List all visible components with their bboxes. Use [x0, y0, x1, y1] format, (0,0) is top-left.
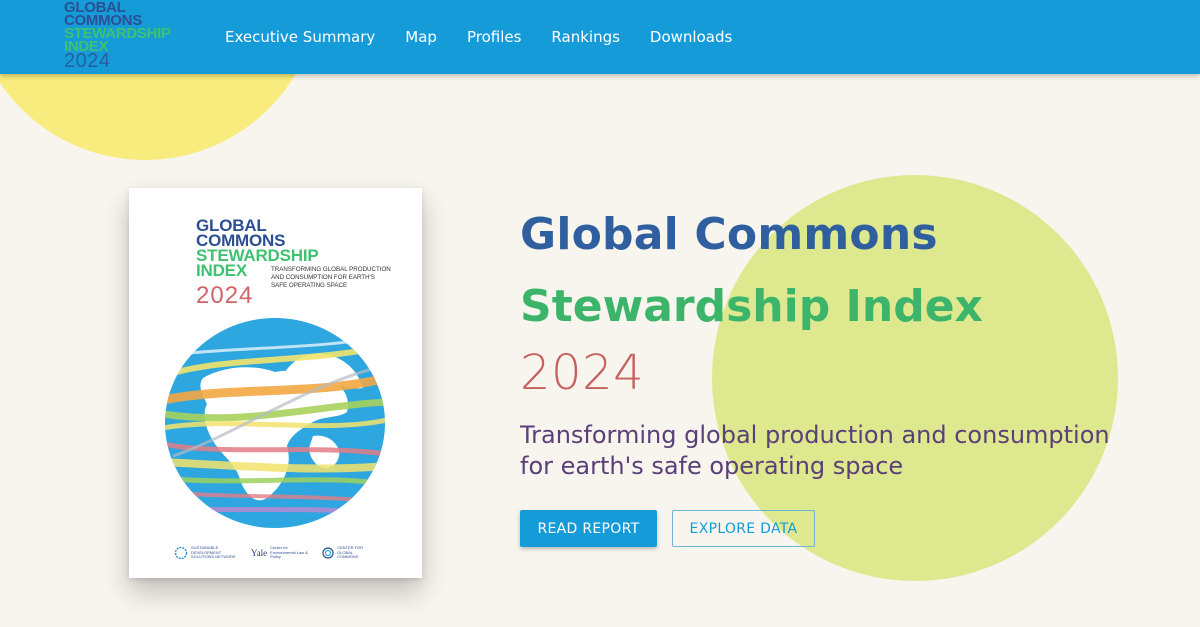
nav-downloads[interactable]: Downloads	[635, 26, 747, 48]
read-report-button[interactable]: READ REPORT	[520, 510, 657, 547]
sdsn-circle-icon	[174, 546, 188, 560]
nav-executive-summary[interactable]: Executive Summary	[210, 26, 390, 48]
page: GLOBAL COMMONS STEWARDSHIP INDEX 2024 Ex…	[0, 0, 1200, 627]
hero-subtitle: Transforming global production and consu…	[520, 421, 1110, 480]
yale-logo: Yale Center for Environmental Law & Poli…	[251, 546, 310, 560]
sdsn-logo-text: SUSTAINABLE DEVELOPMENT SOLUTIONS NETWOR…	[191, 545, 236, 560]
explore-data-button[interactable]: EXPLORE DATA	[672, 510, 815, 547]
hero-title-year: 2024	[520, 345, 645, 401]
yale-logo-word: Yale	[251, 548, 268, 558]
site-logo[interactable]: GLOBAL COMMONS STEWARDSHIP INDEX 2024	[64, 0, 194, 74]
globe-illustration	[165, 318, 385, 528]
nav-rankings[interactable]: Rankings	[536, 26, 635, 48]
main-nav: Executive Summary Map Profiles Rankings …	[210, 26, 747, 48]
report-cover-image[interactable]: GLOBAL COMMONS STEWARDSHIP INDEX TRANSFO…	[129, 188, 422, 578]
nav-profiles[interactable]: Profiles	[452, 26, 536, 48]
cgc-logo-text: CENTER FOR GLOBAL COMMONS	[337, 545, 364, 560]
hero-title-stewardship-index: Stewardship Index	[520, 281, 983, 332]
cover-year: 2024	[196, 282, 254, 309]
cover-subtitle: TRANSFORMING GLOBAL PRODUCTION AND CONSU…	[271, 266, 391, 289]
hero-title: Global Commons Stewardship Index 2024	[520, 205, 983, 403]
cgc-spiral-icon	[322, 547, 334, 559]
yale-logo-text: Center for Environmental Law & Policy	[270, 545, 308, 560]
logo-line-year: 2024	[64, 50, 111, 72]
hero-title-global-commons: Global Commons	[520, 209, 938, 260]
sdsn-logo: SUSTAINABLE DEVELOPMENT SOLUTIONS NETWOR…	[174, 546, 239, 560]
site-header: GLOBAL COMMONS STEWARDSHIP INDEX 2024 Ex…	[0, 0, 1200, 74]
cover-partner-logos: SUSTAINABLE DEVELOPMENT SOLUTIONS NETWOR…	[174, 542, 384, 564]
cgc-logo: CENTER FOR GLOBAL COMMONS	[322, 546, 365, 560]
nav-map[interactable]: Map	[390, 26, 452, 48]
